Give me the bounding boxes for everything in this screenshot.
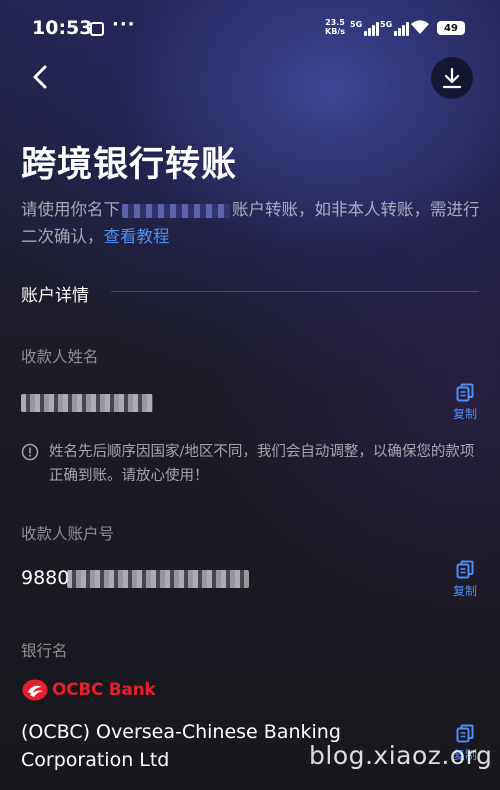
- intro-text-before: 请使用你名下: [21, 200, 120, 219]
- payee-name-label: 收款人姓名: [21, 348, 99, 366]
- download-button[interactable]: [431, 57, 473, 99]
- notice-text: 姓名先后顺序因国家/地区不同，我们会自动调整，以确保您的款项正确到账。请放心使用…: [49, 444, 475, 484]
- signal-2-icon: 5G: [380, 20, 410, 36]
- payee-account-prefix: 9880: [21, 567, 70, 589]
- copy-label: 复制: [452, 407, 477, 421]
- watermark: blog.xiaoz.org: [309, 741, 493, 770]
- page-title: 跨境银行转账: [21, 145, 238, 185]
- network-speed-unit: KB/s: [325, 27, 345, 36]
- section-title: 账户详情: [21, 286, 89, 306]
- copy-label: 复制: [452, 584, 477, 598]
- copy-icon: [456, 383, 474, 402]
- copy-icon: [456, 560, 474, 579]
- copy-payee-name-button[interactable]: 复制: [445, 383, 485, 422]
- ocbc-logo-text: OCBC Bank: [52, 680, 156, 700]
- signal-1-icon: 5G: [350, 20, 380, 36]
- payee-account-label: 收款人账户号: [21, 525, 115, 543]
- chevron-left-icon: [33, 65, 47, 89]
- battery-level: 49: [444, 22, 458, 34]
- section-divider: [111, 291, 479, 292]
- view-tutorial-link[interactable]: 查看教程: [104, 227, 170, 246]
- battery-icon: 49: [437, 21, 465, 35]
- copy-payee-account-button[interactable]: 复制: [445, 560, 485, 599]
- wifi-icon: [410, 19, 430, 35]
- ocbc-logo-icon: [22, 679, 48, 701]
- network-speed: 23.5 KB/s: [325, 18, 345, 36]
- network-speed-value: 23.5: [325, 18, 345, 27]
- payee-account-value-redacted: [67, 570, 249, 588]
- bank-name-label: 银行名: [21, 642, 68, 660]
- info-icon: [21, 443, 39, 461]
- status-time: 10:53: [32, 17, 93, 39]
- download-icon: [442, 67, 462, 89]
- network-type-1: 5G: [350, 20, 363, 29]
- payee-name-value-redacted: [21, 394, 153, 412]
- name-order-notice: 姓名先后顺序因国家/地区不同，我们会自动调整，以确保您的款项正确到账。请放心使用…: [21, 440, 481, 488]
- network-type-2: 5G: [380, 20, 393, 29]
- back-button[interactable]: [26, 62, 56, 92]
- ocbc-bank-logo: OCBC Bank: [22, 679, 156, 701]
- intro-text: 请使用你名下 账户转账，如非本人转账，需进行二次确认，查看教程: [21, 196, 481, 250]
- more-notifications-icon: ···: [112, 14, 136, 35]
- app-notification-icon: [90, 22, 104, 36]
- redacted-name: [122, 203, 230, 218]
